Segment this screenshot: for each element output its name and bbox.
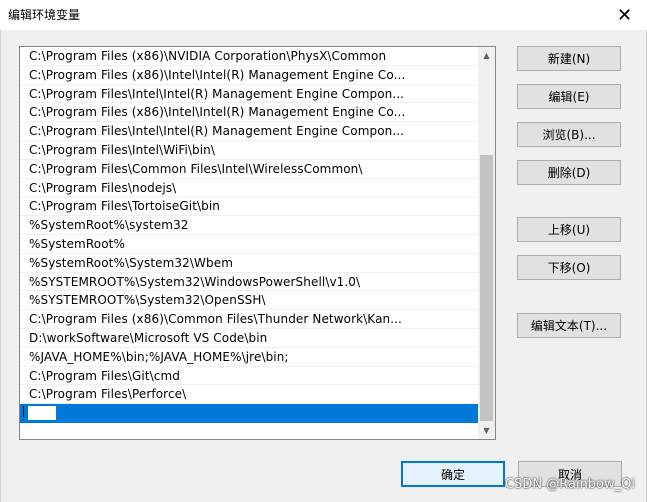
close-icon[interactable]: ✕ xyxy=(602,0,647,30)
path-list-item[interactable]: C:\Program Files (x86)\Intel\Intel(R) Ma… xyxy=(20,103,478,123)
window-border-left xyxy=(0,30,1,502)
path-list-item[interactable]: %SystemRoot%\System32\Wbem xyxy=(20,254,478,273)
path-list-item-selected[interactable] xyxy=(20,404,478,423)
path-list-item[interactable]: C:\Program Files\Intel\Intel(R) Manageme… xyxy=(20,122,478,141)
edit-button[interactable]: 编辑(E) xyxy=(517,84,621,109)
path-list-item[interactable]: %SYSTEMROOT%\System32\OpenSSH\ xyxy=(20,291,478,311)
path-list-item[interactable]: C:\Program Files\TortoiseGit\bin xyxy=(20,197,478,217)
path-list-item[interactable]: %JAVA_HOME%\bin;%JAVA_HOME%\jre\bin; xyxy=(20,348,478,367)
path-list-item[interactable]: C:\Program Files\Intel\Intel(R) Manageme… xyxy=(20,85,478,104)
ok-button[interactable]: 确定 xyxy=(401,461,505,487)
path-list-item[interactable]: %SystemRoot%\system32 xyxy=(20,216,478,235)
edit-text-button[interactable]: 编辑文本(T)... xyxy=(517,313,621,338)
path-list-item[interactable]: C:\Program Files\Intel\WiFi\bin\ xyxy=(20,141,478,160)
move-down-button[interactable]: 下移(O) xyxy=(517,255,621,280)
new-button[interactable]: 新建(N) xyxy=(517,46,621,71)
path-list-item[interactable]: C:\Program Files (x86)\Intel\Intel(R) Ma… xyxy=(20,66,478,85)
path-list-item[interactable]: %SystemRoot% xyxy=(20,235,478,254)
window-title: 编辑环境变量 xyxy=(8,8,81,22)
text-caret xyxy=(23,406,24,418)
browse-button[interactable]: 浏览(B)... xyxy=(517,122,621,147)
path-list-item[interactable]: C:\Program Files\nodejs\ xyxy=(20,179,478,198)
watermark: CSDN @Rainbow_Qi xyxy=(505,477,635,492)
path-list-item[interactable]: C:\Program Files\Git\cmd xyxy=(20,367,478,386)
scroll-down-icon[interactable]: ▼ xyxy=(478,422,495,439)
path-list-rows: C:\Program Files (x86)\NVIDIA Corporatio… xyxy=(20,47,478,423)
path-list[interactable]: C:\Program Files (x86)\NVIDIA Corporatio… xyxy=(19,46,496,440)
delete-button[interactable]: 删除(D) xyxy=(517,160,621,185)
inline-edit-field[interactable] xyxy=(27,405,57,422)
scroll-thumb[interactable] xyxy=(480,155,493,421)
move-up-button[interactable]: 上移(U) xyxy=(517,217,621,242)
path-list-item[interactable]: C:\Program Files (x86)\NVIDIA Corporatio… xyxy=(20,47,478,66)
vertical-scrollbar[interactable]: ▲ ▼ xyxy=(478,47,495,439)
path-list-item[interactable]: C:\Program Files\Common Files\Intel\Wire… xyxy=(20,160,478,179)
scroll-up-icon[interactable]: ▲ xyxy=(478,47,495,64)
path-list-item[interactable]: C:\Program Files (x86)\Common Files\Thun… xyxy=(20,310,478,329)
title-bar[interactable]: 编辑环境变量 ✕ xyxy=(0,0,647,30)
path-list-item[interactable]: %SYSTEMROOT%\System32\WindowsPowerShell\… xyxy=(20,273,478,292)
path-list-item[interactable]: D:\workSoftware\Microsoft VS Code\bin xyxy=(20,329,478,348)
path-list-item[interactable]: C:\Program Files\Perforce\ xyxy=(20,385,478,405)
